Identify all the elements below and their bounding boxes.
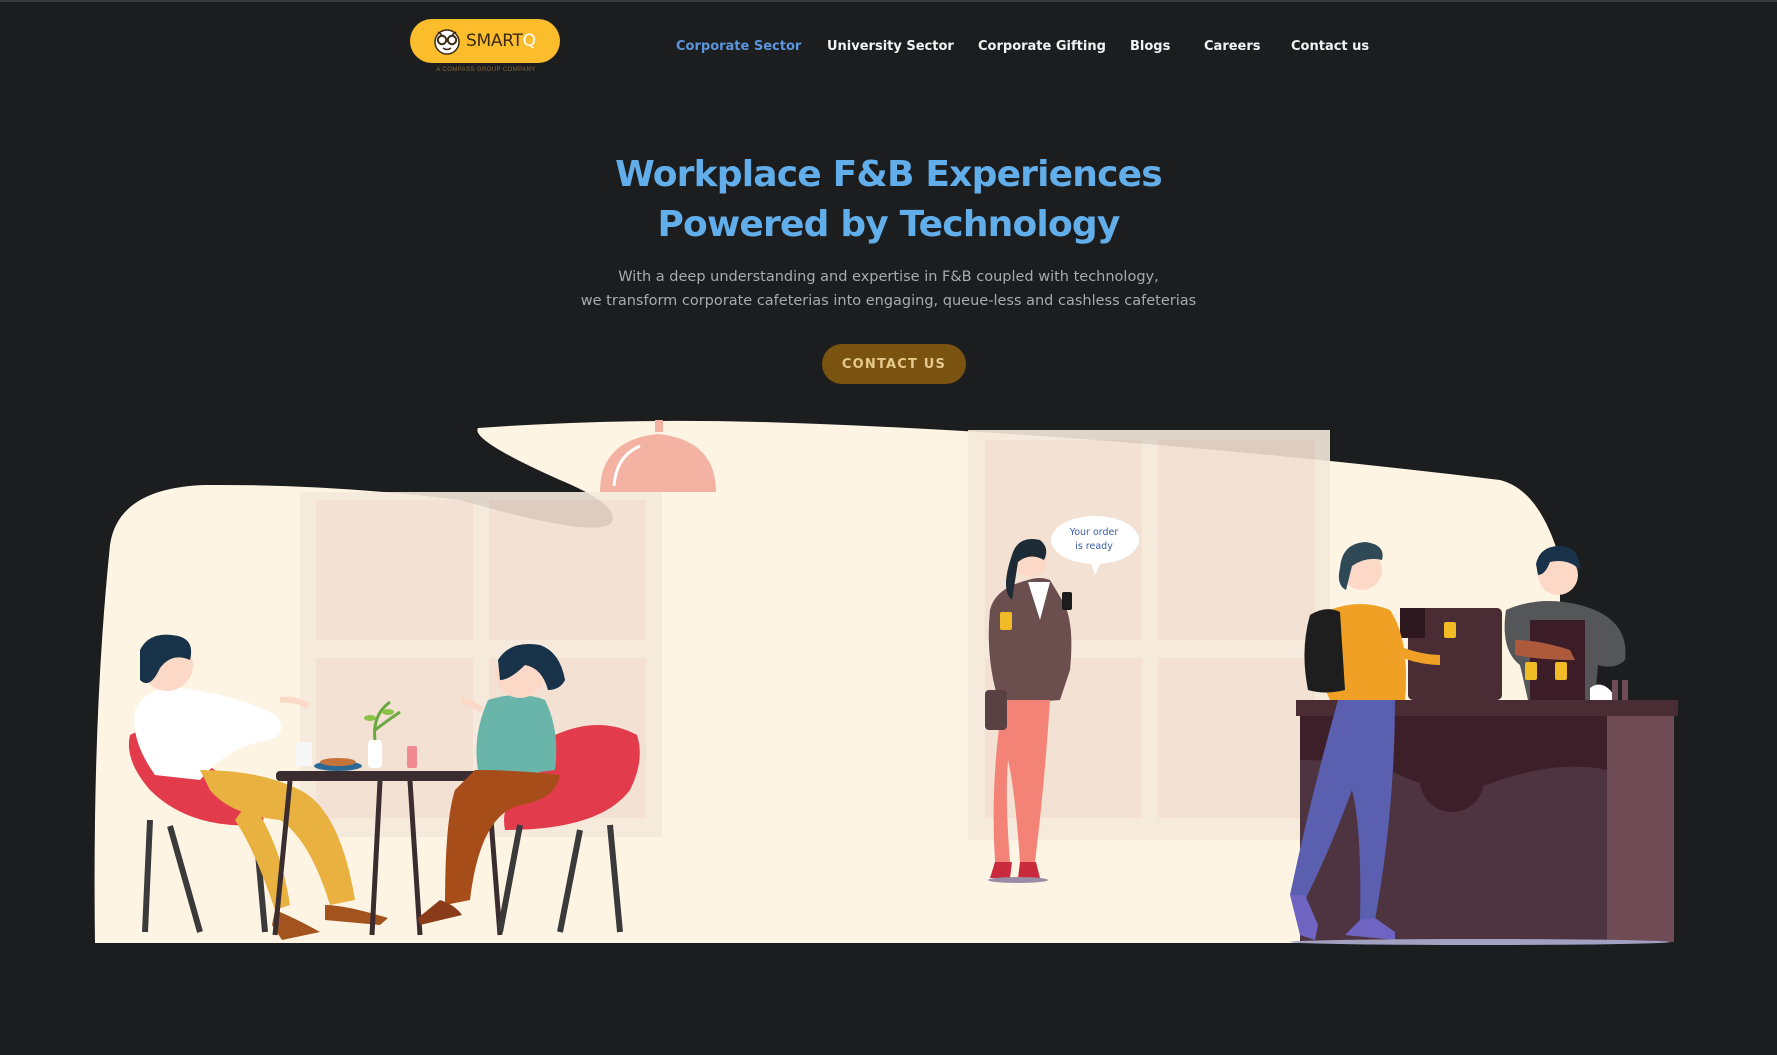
order-ready-bubble: Your order is ready xyxy=(1052,526,1136,554)
bubble-line-1: Your order xyxy=(1069,527,1119,538)
bubble-line-2: is ready xyxy=(1075,541,1113,552)
cafeteria-illustration xyxy=(94,420,1678,945)
